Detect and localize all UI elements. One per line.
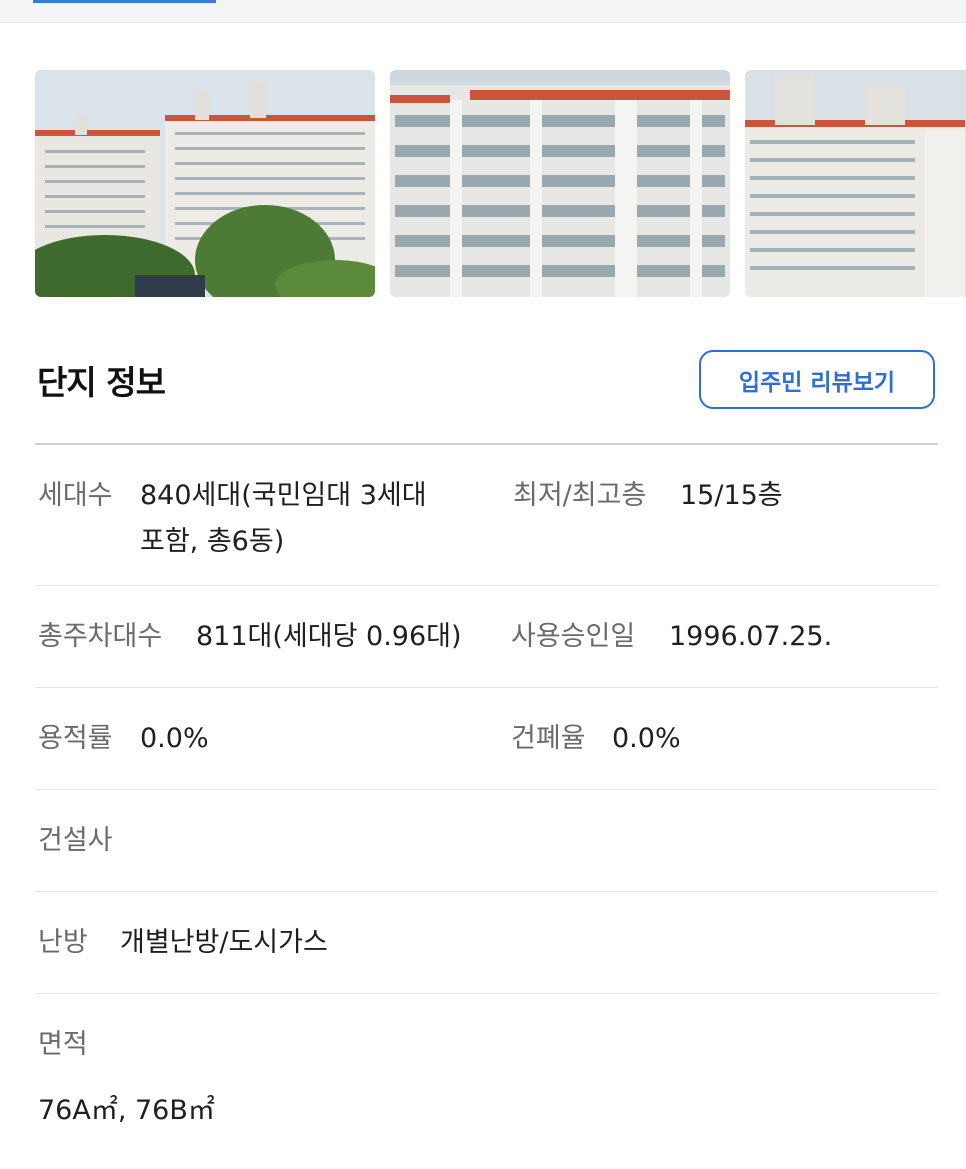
resident-review-button[interactable]: 입주민 리뷰보기 — [699, 350, 935, 409]
photo-gallery[interactable] — [35, 70, 966, 297]
households-value: 840세대(국민임대 3세대 — [140, 480, 427, 511]
info-row-heating: 난방 개별난방/도시가스 — [35, 892, 938, 994]
heating-label: 난방 — [38, 927, 88, 958]
apartment-photo[interactable] — [35, 70, 375, 297]
floors-value: 15/15층 — [680, 480, 783, 511]
info-row-ratios: 용적률 0.0% 건폐율 0.0% — [35, 688, 938, 790]
active-tab-indicator — [33, 0, 216, 3]
floor-area-ratio-label: 용적률 — [38, 723, 113, 754]
builder-label: 건설사 — [38, 825, 113, 856]
floors-label: 최저/최고층 — [513, 480, 647, 511]
households-value-cont: 포함, 총6동) — [140, 526, 285, 557]
floor-area-ratio-value: 0.0% — [140, 723, 209, 754]
approval-date-value: 1996.07.25. — [669, 621, 833, 652]
approval-date-label: 사용승인일 — [511, 621, 636, 652]
apartment-photo[interactable] — [390, 70, 730, 297]
info-row-builder: 건설사 — [35, 790, 938, 892]
area-value: 76A㎡, 76B㎡ — [38, 1095, 215, 1126]
section-title: 단지 정보 — [37, 363, 166, 402]
apartment-photo[interactable] — [745, 70, 966, 297]
households-label: 세대수 — [38, 480, 113, 511]
info-row-households: 세대수 840세대(국민임대 3세대 포함, 총6동) 최저/최고층 15/15… — [35, 445, 938, 586]
building-coverage-label: 건폐율 — [511, 723, 586, 754]
area-label: 면적 — [38, 1029, 88, 1060]
heating-value: 개별난방/도시가스 — [120, 927, 328, 958]
building-coverage-value: 0.0% — [612, 723, 681, 754]
info-row-parking: 총주차대수 811대(세대당 0.96대) 사용승인일 1996.07.25. — [35, 586, 938, 688]
tab-bar — [0, 0, 966, 23]
parking-label: 총주차대수 — [38, 621, 163, 652]
parking-value: 811대(세대당 0.96대) — [196, 621, 462, 652]
